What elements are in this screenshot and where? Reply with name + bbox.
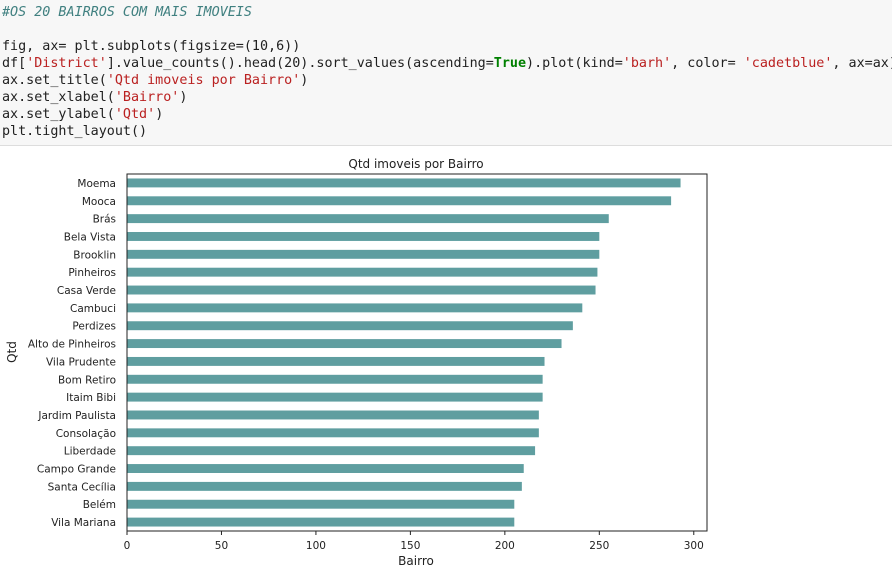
y-tick-label: Moema (77, 178, 116, 190)
code-keyword: True (493, 56, 527, 71)
code-token: df[ (2, 56, 27, 71)
code-string: 'barh' (622, 56, 672, 71)
y-tick-label: Belém (83, 499, 116, 511)
code-line-tight-layout: plt.tight_layout() (2, 124, 148, 139)
x-ticks: 0 50 100 150 200 250 300 (124, 531, 704, 552)
code-token: ax.set_xlabel( (2, 90, 115, 105)
bar-16 (127, 464, 524, 473)
bar-9 (127, 339, 562, 349)
code-token: ) (300, 73, 309, 88)
y-tick-label: Campo Grande (37, 464, 116, 476)
x-tick-label: 0 (124, 540, 131, 552)
code-comment: #OS 20 BAIRROS COM MAIS IMOVEIS (2, 5, 252, 20)
y-tick-label: Brooklin (73, 249, 116, 261)
bar-19 (127, 517, 515, 527)
bar-14 (127, 428, 539, 438)
y-tick-label: Itaim Bibi (66, 392, 116, 404)
bar-11 (127, 374, 543, 384)
bar-4 (127, 249, 600, 259)
output-area: Qtd imoveis por Bairro Moema Mooca Brás Bel… (0, 147, 892, 573)
code-token: ) (155, 107, 164, 122)
bar-10 (127, 356, 545, 366)
y-tick-label: Perdizes (72, 321, 116, 333)
x-axis-label: Bairro (398, 554, 434, 568)
plot-frame (126, 173, 708, 532)
code-line-xlabel: ax.set_xlabel('Bairro') (2, 89, 187, 106)
chart-title: Qtd imoveis por Bairro (348, 157, 483, 171)
y-tick-label: Bela Vista (64, 231, 116, 243)
y-axis-label: Qtd (5, 341, 19, 363)
y-tick-label: Consolação (56, 428, 116, 440)
code-line-title: ax.set_title('Qtd imoveis por Bairro') (2, 72, 308, 89)
x-tick-label: 100 (306, 540, 326, 552)
y-tick-label: Santa Cecília (48, 481, 116, 493)
x-tick-label: 300 (684, 540, 704, 552)
bar-chart: Qtd imoveis por Bairro Moema Mooca Brás Bel… (5, 157, 708, 568)
code-token: , ax=ax) (832, 56, 892, 71)
bar-2 (127, 214, 609, 224)
code-token: ).plot(kind= (526, 56, 623, 71)
y-tick-label: Liberdade (64, 446, 116, 458)
x-tick-label: 50 (215, 540, 228, 552)
code-token: , color= (671, 56, 744, 71)
y-tick-labels: Moema Mooca Brás Bela Vista Brooklin Pinheiro… (28, 178, 116, 529)
y-tick-label: Bom Retiro (58, 374, 116, 386)
y-tick-label: Vila Prudente (46, 356, 116, 368)
bar-17 (127, 481, 522, 491)
bar-12 (127, 392, 543, 402)
code-string: 'Qtd' (114, 107, 156, 122)
x-tick-label: 200 (495, 540, 515, 552)
y-tick-label: Mooca (82, 196, 116, 208)
bar-18 (127, 499, 515, 509)
bar-6 (127, 285, 596, 295)
bar-13 (127, 410, 539, 420)
bar-5 (127, 267, 598, 277)
bar-7 (127, 303, 583, 313)
bar-15 (127, 446, 536, 456)
x-tick-label: 250 (589, 540, 609, 552)
code-string: 'Qtd imoveis por Bairro' (106, 73, 301, 88)
bar-8 (127, 321, 573, 331)
code-line-plot: df['District'].value_counts().head(20).s… (2, 55, 892, 72)
y-tick-label: Jardim Paulista (37, 410, 116, 422)
x-tick-label: 150 (400, 540, 420, 552)
y-tick-label: Casa Verde (57, 285, 116, 297)
y-tick-label: Pinheiros (68, 267, 116, 279)
y-tick-label: Brás (93, 214, 116, 226)
code-string: 'cadetblue' (743, 56, 833, 71)
code-string: 'Bairro' (114, 90, 180, 105)
code-token: ax.set_ylabel( (2, 107, 115, 122)
code-string: 'District' (26, 56, 107, 71)
y-tick-label: Vila Mariana (51, 517, 116, 529)
code-cell[interactable]: #OS 20 BAIRROS COM MAIS IMOVEIS fig, ax=… (0, 0, 892, 146)
code-token: ) (179, 90, 188, 105)
bar-1 (127, 196, 672, 206)
bar-3 (127, 232, 600, 241)
bars-group (127, 178, 681, 527)
y-tick-label: Cambuci (70, 303, 116, 315)
code-line-ylabel: ax.set_ylabel('Qtd') (2, 106, 163, 123)
bar-0 (127, 178, 681, 188)
code-token: ].value_counts().head(20).sort_values(as… (106, 56, 494, 71)
y-tick-label: Alto de Pinheiros (28, 339, 116, 351)
code-line-subplots: fig, ax= plt.subplots(figsize=(10,6)) (2, 39, 301, 54)
code-token: ax.set_title( (2, 73, 107, 88)
